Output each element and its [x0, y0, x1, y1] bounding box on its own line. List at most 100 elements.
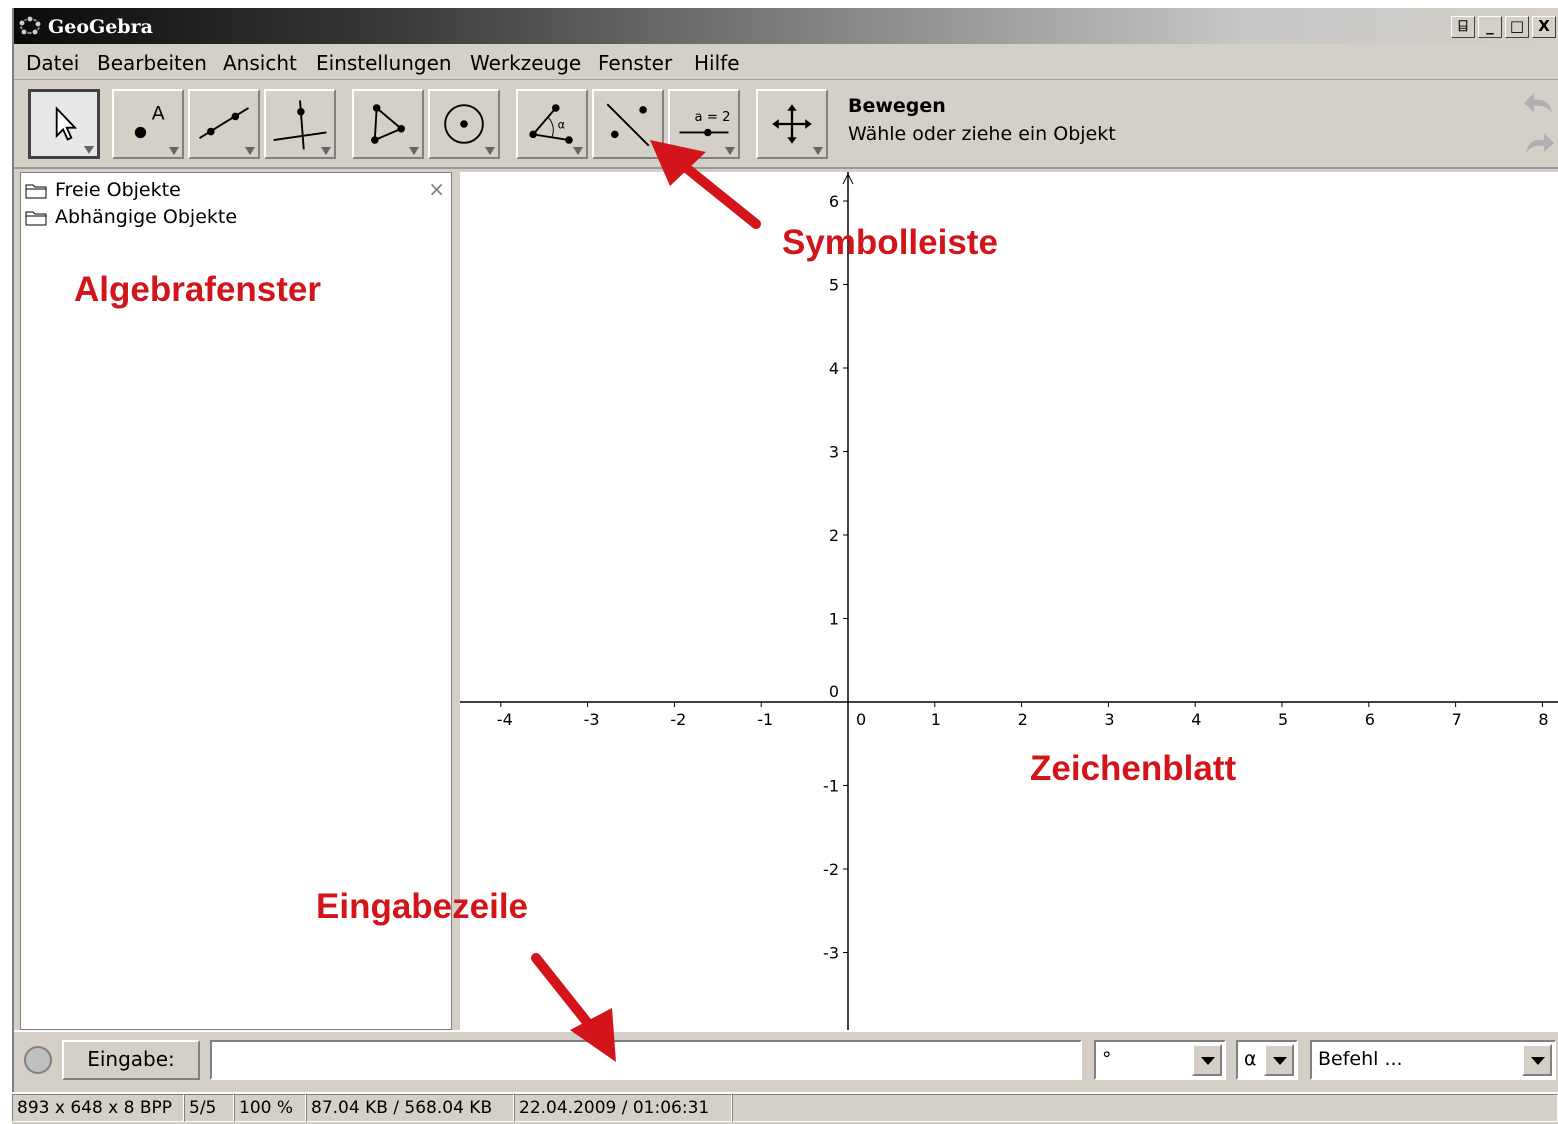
- y-tick-label: -3: [823, 944, 839, 963]
- tool-slider[interactable]: a = 2: [668, 89, 740, 159]
- menu-bar: Datei Bearbeiten Ansicht Einstellungen W…: [14, 44, 1558, 80]
- status-page: 5/5: [184, 1094, 234, 1122]
- greek-combo[interactable]: α: [1236, 1040, 1298, 1080]
- x-tick-label: 6: [1365, 710, 1375, 729]
- chevron-down-icon: [725, 147, 735, 155]
- annotation-graphics-view: Zeichenblatt: [1030, 749, 1237, 788]
- status-memory: 87.04 KB / 568.04 KB: [306, 1094, 514, 1122]
- command-combo[interactable]: Befehl ...: [1310, 1040, 1556, 1080]
- chevron-down-icon[interactable]: [1192, 1044, 1222, 1076]
- x-tick-label: 4: [1191, 710, 1201, 729]
- window-controls: ⌸ _ □ X: [1451, 16, 1556, 38]
- status-zoom: 100 %: [234, 1094, 306, 1122]
- redo-button[interactable]: [1522, 125, 1556, 161]
- y-tick-label: 6: [829, 192, 839, 211]
- y-tick-label: 5: [829, 276, 839, 295]
- x-tick-label: 0: [856, 710, 866, 729]
- undo-icon: [1524, 93, 1552, 113]
- y-tick-label: 3: [829, 443, 839, 462]
- y-tick-label: 1: [829, 610, 839, 629]
- tree-item-free-objects[interactable]: Freie Objekte: [25, 179, 181, 201]
- undo-button[interactable]: [1522, 85, 1556, 121]
- y-tick-label: 4: [829, 359, 839, 378]
- x-tick-label: -1: [757, 710, 773, 729]
- title-bar[interactable]: GeoGebra ⌸ _ □ X: [14, 8, 1558, 44]
- chevron-down-icon: [321, 147, 331, 155]
- y-tick-label: -2: [823, 860, 839, 879]
- menu-bearbeiten[interactable]: Bearbeiten: [97, 51, 207, 75]
- geogebra-logo-icon: [18, 15, 42, 36]
- print-icon[interactable]: ⌸: [1451, 16, 1475, 38]
- chevron-down-icon: [245, 147, 255, 155]
- input-bar: Eingabe: ° α Befehl ...: [14, 1030, 1558, 1092]
- tool-point-label: A: [152, 103, 165, 124]
- close-button[interactable]: X: [1532, 16, 1556, 38]
- menu-datei[interactable]: Datei: [26, 51, 79, 75]
- x-tick-label: 7: [1452, 710, 1462, 729]
- tool-slider-label: a = 2: [695, 110, 731, 125]
- input-field[interactable]: [210, 1040, 1082, 1080]
- tool-perpendicular[interactable]: [264, 89, 336, 159]
- command-combo-value: Befehl ...: [1318, 1048, 1403, 1070]
- folder-icon: [25, 211, 47, 225]
- redo-icon: [1526, 133, 1554, 153]
- tool-reflect[interactable]: [592, 89, 664, 159]
- reflect-about-line-icon: [606, 103, 650, 147]
- graphics-view[interactable]: -4 -3 -2 -1 0 1 2 3 4 5 6 7 8 6 5 4 3 2 1 0 -1 -2 -3: [460, 172, 1558, 1030]
- maximize-button[interactable]: □: [1505, 16, 1529, 38]
- annotation-toolbar: Symbolleiste: [782, 223, 998, 262]
- chevron-down-icon[interactable]: [1264, 1044, 1294, 1076]
- x-tick-label: -2: [670, 710, 686, 729]
- status-resolution: 893 x 648 x 8 BPP: [12, 1094, 184, 1122]
- tree-item-label: Abhängige Objekte: [55, 206, 238, 228]
- tool-new-point[interactable]: A: [112, 89, 184, 159]
- symbol-combo-value: °: [1102, 1048, 1112, 1070]
- menu-werkzeuge[interactable]: Werkzeuge: [470, 51, 581, 75]
- tool-circle[interactable]: [428, 89, 500, 159]
- tool-angle-label: α: [558, 119, 565, 132]
- tree-item-dependent-objects[interactable]: Abhängige Objekte: [25, 206, 237, 228]
- menu-hilfe[interactable]: Hilfe: [694, 51, 740, 75]
- folder-icon: [25, 184, 47, 198]
- window-title: GeoGebra: [48, 16, 153, 38]
- active-tool-help: Wähle oder ziehe ein Objekt: [848, 123, 1116, 145]
- tool-move-graphics[interactable]: [756, 89, 828, 159]
- x-tick-label: 2: [1018, 710, 1028, 729]
- x-tick-label: 8: [1538, 710, 1548, 729]
- chevron-down-icon: [409, 147, 419, 155]
- y-tick-label: 0: [829, 682, 839, 701]
- help-icon[interactable]: [24, 1046, 52, 1074]
- greek-combo-value: α: [1244, 1048, 1257, 1070]
- chevron-down-icon: [169, 147, 179, 155]
- annotation-input-bar: Eingabezeile: [316, 887, 529, 926]
- y-tick-label: -1: [823, 777, 839, 796]
- symbol-combo[interactable]: °: [1094, 1040, 1226, 1080]
- menu-einstellungen[interactable]: Einstellungen: [316, 51, 452, 75]
- minimize-button[interactable]: _: [1478, 16, 1502, 38]
- chevron-down-icon: [573, 147, 583, 155]
- chevron-down-icon: [813, 147, 823, 155]
- tool-polygon[interactable]: [352, 89, 424, 159]
- status-bar: 893 x 648 x 8 BPP 5/5 100 % 87.04 KB / 5…: [12, 1094, 1558, 1124]
- x-tick-label: -4: [497, 710, 513, 729]
- input-label-button[interactable]: Eingabe:: [62, 1040, 200, 1080]
- chevron-down-icon: [485, 147, 495, 155]
- x-tick-label: -3: [584, 710, 600, 729]
- x-tick-label: 5: [1278, 710, 1288, 729]
- tool-angle[interactable]: α: [516, 89, 588, 159]
- algebra-close-icon[interactable]: ×: [428, 177, 445, 201]
- tree-item-label: Freie Objekte: [55, 179, 181, 201]
- menu-fenster[interactable]: Fenster: [598, 51, 672, 75]
- menu-ansicht[interactable]: Ansicht: [223, 51, 297, 75]
- coordinate-axes: -4 -3 -2 -1 0 1 2 3 4 5 6 7 8 6 5 4 3 2 1 0 -1 -2 -3: [460, 172, 1558, 1030]
- toolbar: A α a = 2 Bewegen Wähle oder ziehe ein O…: [14, 81, 1558, 169]
- status-datetime: 22.04.2009 / 01:06:31: [514, 1094, 732, 1122]
- geogebra-window: GeoGebra ⌸ _ □ X Datei Bearbeiten Ansich…: [12, 8, 1558, 1092]
- active-tool-name: Bewegen: [848, 95, 946, 117]
- status-empty: [732, 1094, 1558, 1122]
- tool-line[interactable]: [188, 89, 260, 159]
- undo-redo: [1522, 85, 1556, 165]
- x-tick-label: 1: [931, 710, 941, 729]
- tool-move[interactable]: [28, 89, 100, 159]
- chevron-down-icon[interactable]: [1522, 1044, 1552, 1076]
